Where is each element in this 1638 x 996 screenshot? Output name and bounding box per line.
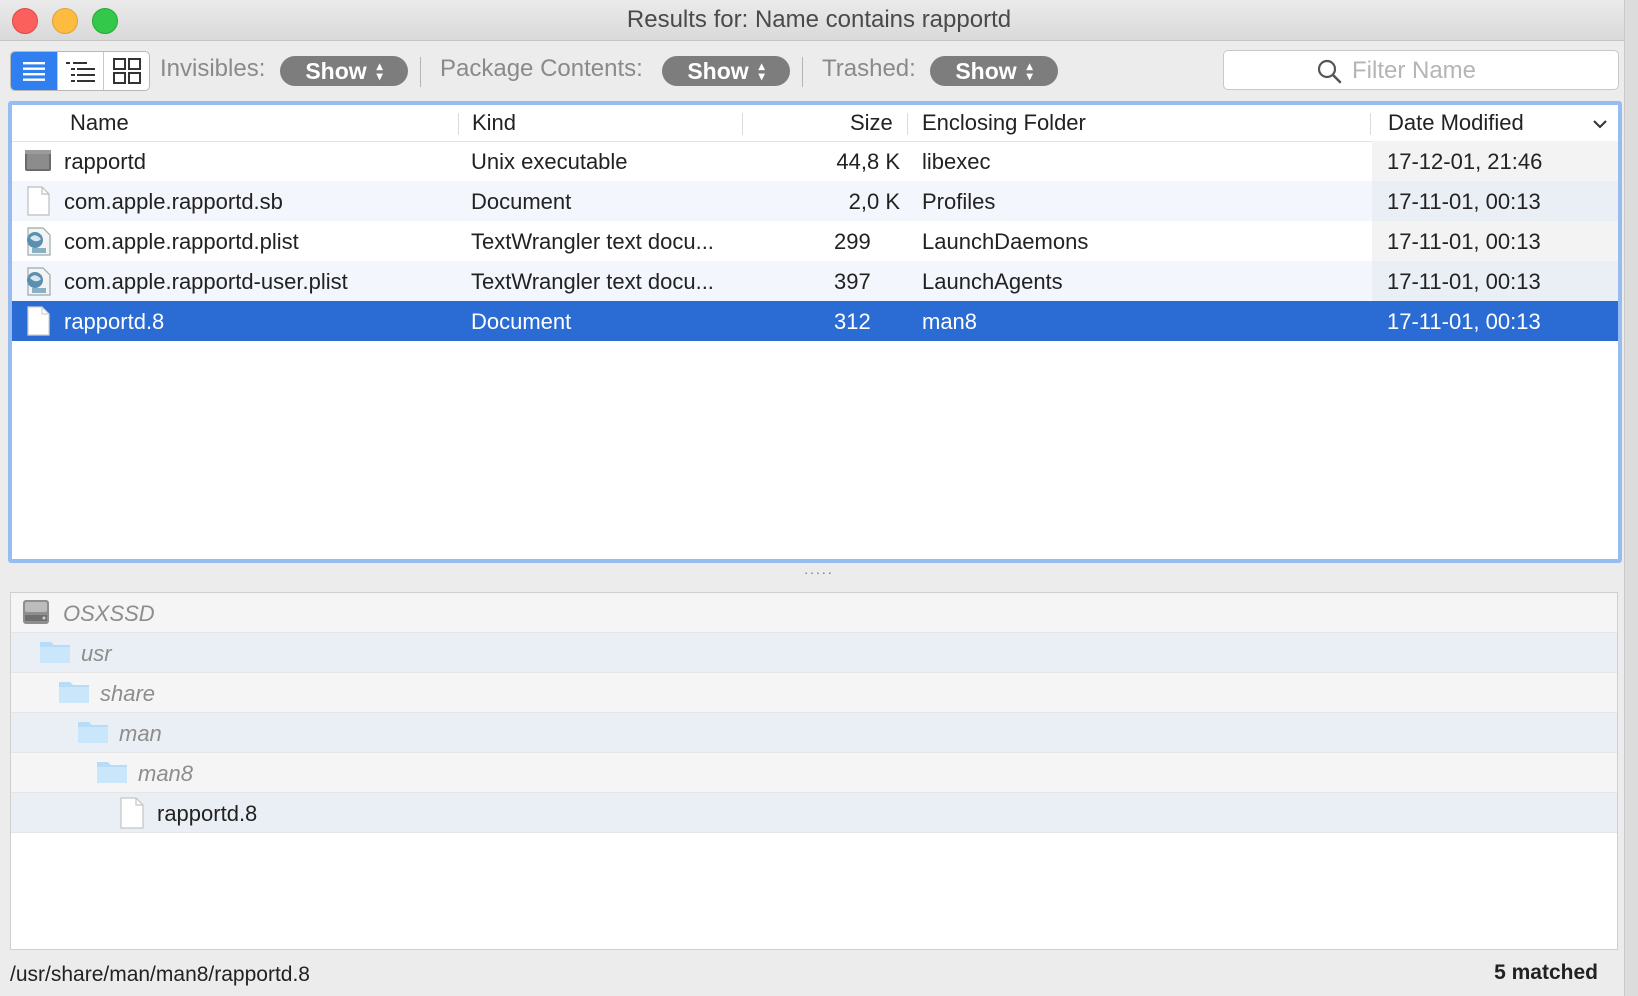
path-item-rapportd-8[interactable]: rapportd.8: [11, 793, 1617, 833]
match-count: 5 matched: [1494, 961, 1598, 984]
sort-descending-icon[interactable]: [1592, 118, 1608, 130]
grid-view-icon: [112, 58, 141, 84]
column-header-kind[interactable]: Kind: [472, 110, 516, 136]
path-item-label: usr: [81, 641, 112, 666]
row-folder: Profiles: [922, 189, 996, 214]
row-size: 2,0 K: [848, 189, 900, 214]
column-header-enclosing-folder[interactable]: Enclosing Folder: [922, 110, 1086, 136]
toolbar-divider: [420, 57, 421, 87]
folder-icon: [59, 682, 89, 703]
row-folder: LaunchDaemons: [922, 229, 1089, 254]
popup-arrows-icon: ▴ ▾: [758, 59, 765, 83]
path-item-usr[interactable]: usr: [11, 633, 1617, 673]
path-panel: OSXSSD usr share man man8 rapportd.8: [10, 592, 1618, 950]
column-divider[interactable]: [742, 113, 743, 135]
row-folder: libexec: [922, 149, 991, 174]
executable-icon: [25, 150, 51, 171]
table-row[interactable]: com.apple.rapportd.sb Document 2,0 K Pro…: [12, 181, 1618, 221]
row-size: 312: [834, 309, 871, 334]
folder-icon: [78, 722, 108, 743]
path-item-label: share: [100, 681, 156, 706]
row-folder: LaunchAgents: [922, 269, 1063, 294]
row-date: 17-11-01, 00:13: [1387, 309, 1541, 334]
row-date: 17-11-01, 00:13: [1387, 229, 1541, 254]
row-name: rapportd.8: [64, 309, 165, 334]
row-name: com.apple.rapportd-user.plist: [64, 269, 348, 294]
invisibles-value: Show: [305, 57, 367, 84]
row-name: com.apple.rapportd.plist: [64, 229, 299, 254]
table-row[interactable]: com.apple.rapportd-user.plist TextWrangl…: [12, 261, 1618, 301]
package-contents-label: Package Contents:: [440, 55, 643, 82]
view-mode-segmented-control: [10, 51, 150, 91]
grid-view-button[interactable]: [103, 52, 149, 90]
textwrangler-doc-icon: [27, 227, 51, 256]
invisibles-label: Invisibles:: [160, 55, 266, 82]
trashed-value: Show: [955, 57, 1017, 84]
row-date: 17-12-01, 21:46: [1387, 149, 1543, 174]
trashed-popup[interactable]: Show ▴ ▾: [930, 56, 1058, 86]
hard-drive-icon: [23, 600, 49, 624]
title-bar: Results for: Name contains rapportd: [0, 0, 1638, 41]
path-item-man[interactable]: man: [11, 713, 1617, 753]
list-view-button[interactable]: [11, 52, 57, 90]
list-view-icon: [23, 62, 45, 81]
column-divider[interactable]: [907, 113, 908, 135]
split-view-divider[interactable]: .....: [0, 562, 1638, 585]
filter-name-field[interactable]: [1223, 50, 1619, 90]
table-row[interactable]: rapportd Unix executable 44,8 K libexec …: [12, 141, 1618, 181]
outline-view-button[interactable]: [57, 52, 103, 90]
path-item-label: man: [119, 721, 162, 746]
document-icon: [27, 186, 50, 216]
package-contents-value: Show: [687, 57, 749, 84]
row-size: 299: [834, 229, 871, 254]
path-item-label: man8: [138, 761, 194, 786]
find-results-window: Results for: Name contains rapportd Invi…: [0, 0, 1638, 996]
column-divider[interactable]: [458, 113, 459, 135]
invisibles-popup[interactable]: Show ▴ ▾: [280, 56, 408, 86]
row-name: com.apple.rapportd.sb: [64, 189, 283, 214]
path-item-share[interactable]: share: [11, 673, 1617, 713]
path-item-label: rapportd.8: [157, 801, 258, 826]
textwrangler-doc-icon: [27, 267, 51, 296]
table-header: Name Kind Size Enclosing Folder Date Mod…: [12, 105, 1618, 142]
table-row[interactable]: com.apple.rapportd.plist TextWrangler te…: [12, 221, 1618, 261]
row-kind: Document: [471, 189, 572, 214]
row-date: 17-11-01, 00:13: [1387, 269, 1541, 294]
column-divider[interactable]: [1370, 113, 1371, 135]
column-header-size[interactable]: Size: [850, 110, 893, 136]
path-item-man8[interactable]: man8: [11, 753, 1617, 793]
row-date: 17-11-01, 00:13: [1387, 189, 1541, 214]
row-kind: Unix executable: [471, 149, 628, 174]
row-kind: TextWrangler text docu...: [471, 269, 714, 294]
row-size: 397: [834, 269, 871, 294]
toolbar: Invisibles: Show ▴ ▾ Package Contents: Sh…: [0, 41, 1638, 98]
selected-path-text: /usr/share/man/man8/rapportd.8: [10, 963, 310, 986]
folder-icon: [97, 762, 127, 783]
search-icon: [1317, 59, 1342, 84]
column-header-name[interactable]: Name: [70, 110, 129, 136]
column-header-date-modified[interactable]: Date Modified: [1388, 110, 1524, 136]
outline-view-icon: [65, 62, 95, 82]
row-size: 44,8 K: [836, 149, 900, 174]
window-edge: [1624, 0, 1638, 996]
document-icon: [120, 797, 144, 829]
document-icon: [27, 306, 50, 336]
status-bar: /usr/share/man/man8/rapportd.8 5 matched: [0, 953, 1638, 996]
row-kind: TextWrangler text docu...: [471, 229, 714, 254]
window-title: Results for: Name contains rapportd: [626, 6, 1012, 33]
folder-icon: [40, 642, 70, 663]
row-kind: Document: [471, 309, 572, 334]
row-name: rapportd: [64, 149, 146, 174]
row-folder: man8: [922, 309, 978, 334]
popup-arrows-icon: ▴ ▾: [1026, 59, 1033, 83]
results-table: Name Kind Size Enclosing Folder Date Mod…: [8, 101, 1622, 563]
table-row-selected[interactable]: rapportd.8 Document 312 man8 17-11-01, 0…: [12, 301, 1618, 341]
package-contents-popup[interactable]: Show ▴ ▾: [662, 56, 790, 86]
path-item-label: OSXSSD: [63, 601, 155, 626]
toolbar-divider: [802, 57, 803, 87]
filter-name-input[interactable]: [1350, 55, 1604, 87]
trashed-label: Trashed:: [822, 55, 916, 82]
popup-arrows-icon: ▴ ▾: [376, 59, 383, 83]
path-item-osxssd[interactable]: OSXSSD: [11, 593, 1617, 633]
